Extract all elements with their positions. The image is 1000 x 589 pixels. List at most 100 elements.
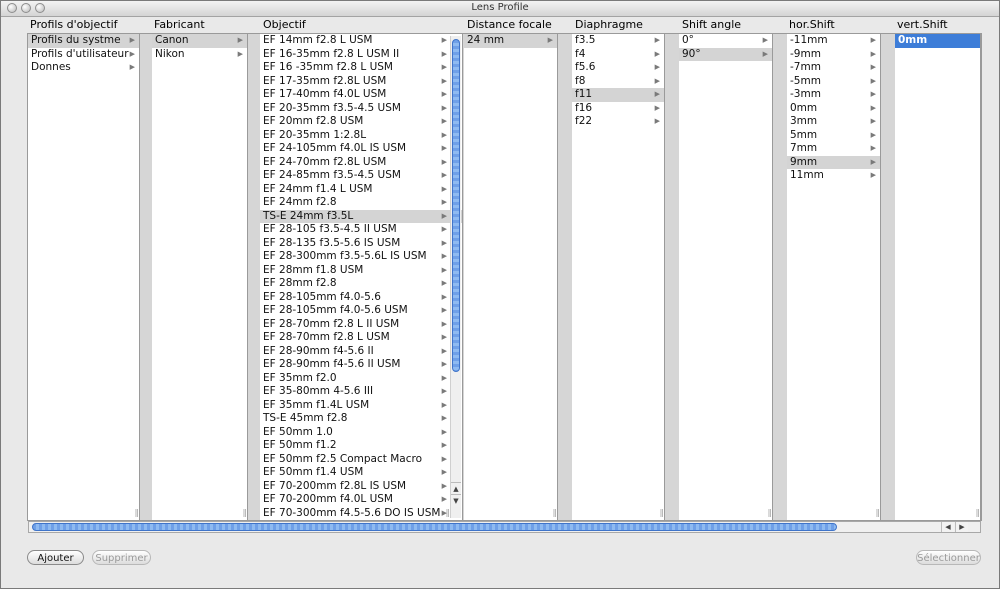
- list-item-label: 9mm: [790, 155, 818, 168]
- list-item[interactable]: -7mm ▶: [787, 61, 880, 75]
- list-item[interactable]: -11mm ▶: [787, 34, 880, 48]
- list-item[interactable]: f11 ▶: [572, 88, 664, 102]
- list-item[interactable]: EF 24mm f2.8 ▶: [260, 196, 462, 210]
- list-item[interactable]: EF 28-90mm f4-5.6 II ▶: [260, 345, 462, 359]
- list-item[interactable]: EF 24-105mm f4.0L IS USM ▶: [260, 142, 462, 156]
- list-item[interactable]: f22 ▶: [572, 115, 664, 129]
- list-item[interactable]: EF 16-35mm f2.8 L USM II ▶: [260, 48, 462, 62]
- list-item[interactable]: -9mm ▶: [787, 48, 880, 62]
- list-item[interactable]: Profils du systme ▶: [28, 34, 139, 48]
- list-item[interactable]: Canon ▶: [152, 34, 247, 48]
- list-item[interactable]: EF 28-105 f3.5-4.5 II USM ▶: [260, 223, 462, 237]
- list-item-label: EF 24-105mm f4.0L IS USM: [263, 142, 407, 154]
- list-item[interactable]: EF 24-70mm f2.8L USM ▶: [260, 156, 462, 170]
- list-item[interactable]: EF 17-35mm f2.8L USM ▶: [260, 75, 462, 89]
- list-item[interactable]: 24 mm ▶: [464, 34, 557, 48]
- list-item[interactable]: EF 20-35mm f3.5-4.5 USM ▶: [260, 102, 462, 116]
- list-item[interactable]: 3mm ▶: [787, 115, 880, 129]
- column-resize-grip[interactable]: ||: [135, 508, 139, 517]
- list-item-label: EF 28-70mm f2.8 L USM: [263, 331, 390, 343]
- list-item[interactable]: f8 ▶: [572, 75, 664, 89]
- column-profils[interactable]: Profils du systme ▶ Profils d'utilisateur ▶…: [28, 34, 140, 520]
- column-fabricant[interactable]: Canon ▶ Nikon ▶ ||: [152, 34, 248, 520]
- list-item[interactable]: EF 28-105mm f4.0-5.6 ▶: [260, 291, 462, 305]
- column-diaphragme[interactable]: f3.5 ▶ f4 ▶ f5.6 ▶ f8 ▶ f11 ▶ f16 ▶ f22 ▶ ||: [572, 34, 665, 520]
- horizontal-scrollbar[interactable]: ◀ ▶: [28, 521, 981, 533]
- scroll-down-arrow[interactable]: ▼: [451, 494, 461, 507]
- list-item[interactable]: EF 50mm f2.5 Compact Macro ▶: [260, 453, 462, 467]
- list-item[interactable]: EF 35-80mm 4-5.6 III ▶: [260, 385, 462, 399]
- list-item[interactable]: EF 20-35mm 1:2.8L ▶: [260, 129, 462, 143]
- list-item[interactable]: EF 28-300mm f3.5-5.6L IS USM ▶: [260, 250, 462, 264]
- list-item[interactable]: Profils d'utilisateur ▶: [28, 48, 139, 62]
- column-resize-grip[interactable]: ||: [553, 508, 557, 517]
- list-item[interactable]: EF 16 -35mm f2.8 L USM ▶: [260, 61, 462, 75]
- column-resize-grip[interactable]: ||: [446, 508, 451, 517]
- list-item[interactable]: -5mm ▶: [787, 75, 880, 89]
- list-item[interactable]: 0mm: [895, 34, 980, 48]
- chevron-right-icon: ▶: [441, 387, 447, 395]
- horizontal-scroll-thumb[interactable]: [32, 523, 837, 531]
- column-vert-shift[interactable]: 0mm ||: [895, 34, 981, 520]
- list-item[interactable]: TS-E 24mm f3.5L ▶: [260, 209, 462, 223]
- column-shift-angle[interactable]: 0° ▶ 90° ▶ ||: [679, 34, 773, 520]
- list-item[interactable]: EF 70-200mm f4.0L USM ▶: [260, 493, 462, 507]
- column-resize-grip[interactable]: ||: [876, 508, 880, 517]
- list-item[interactable]: EF 28-70mm f2.8 L II USM ▶: [260, 318, 462, 332]
- list-item[interactable]: Donnes ▶: [28, 61, 139, 75]
- list-item[interactable]: 90° ▶: [679, 47, 772, 61]
- list-item-label: EF 28-90mm f4-5.6 II: [263, 344, 374, 357]
- list-item[interactable]: Nikon ▶: [152, 48, 247, 62]
- list-item[interactable]: EF 28-90mm f4-5.6 II USM ▶: [260, 358, 462, 372]
- chevron-right-icon: ▶: [441, 211, 447, 220]
- list-item[interactable]: EF 50mm f1.4 USM ▶: [260, 466, 462, 480]
- list-item[interactable]: -3mm ▶: [787, 88, 880, 102]
- list-item[interactable]: EF 28-135 f3.5-5.6 IS USM ▶: [260, 237, 462, 251]
- list-item[interactable]: f3.5 ▶: [572, 34, 664, 48]
- chevron-right-icon: ▶: [441, 144, 447, 152]
- list-item[interactable]: f16 ▶: [572, 102, 664, 116]
- list-item[interactable]: EF 35mm f2.0 ▶: [260, 372, 462, 386]
- list-item[interactable]: 0° ▶: [679, 34, 772, 48]
- list-item[interactable]: 0mm ▶: [787, 102, 880, 116]
- list-item[interactable]: 9mm ▶: [787, 155, 880, 169]
- list-item[interactable]: EF 28-70mm f2.8 L USM ▶: [260, 331, 462, 345]
- list-item[interactable]: EF 70-300mm f4.5-5.6 DO IS USM ▶: [260, 507, 462, 521]
- chevron-right-icon: ▶: [129, 36, 135, 44]
- chevron-right-icon: ▶: [870, 49, 876, 58]
- objectif-scroll-thumb[interactable]: [452, 39, 460, 372]
- list-item[interactable]: EF 28-105mm f4.0-5.6 USM ▶: [260, 304, 462, 318]
- list-item[interactable]: TS-E 45mm f2.8 ▶: [260, 412, 462, 426]
- list-item[interactable]: EF 24mm f1.4 L USM ▶: [260, 183, 462, 197]
- chevron-right-icon: ▶: [654, 76, 660, 85]
- list-item[interactable]: EF 14mm f2.8 L USM ▶: [260, 34, 462, 48]
- select-button[interactable]: Sélectionner: [916, 550, 981, 565]
- scroll-right-arrow[interactable]: ▶: [955, 522, 968, 532]
- column-resize-grip[interactable]: ||: [768, 508, 772, 517]
- list-item[interactable]: EF 28mm f2.8 ▶: [260, 277, 462, 291]
- list-item[interactable]: EF 70-200mm f2.8L IS USM ▶: [260, 480, 462, 494]
- list-item[interactable]: EF 28mm f1.8 USM ▶: [260, 264, 462, 278]
- list-item[interactable]: EF 17-40mm f4.0L USM ▶: [260, 88, 462, 102]
- column-resize-grip[interactable]: ||: [976, 508, 980, 517]
- list-item[interactable]: EF 50mm f1.2 ▶: [260, 439, 462, 453]
- list-item[interactable]: 7mm ▶: [787, 142, 880, 156]
- column-distance-focale[interactable]: 24 mm ▶ ||: [464, 34, 558, 520]
- list-item[interactable]: f5.6 ▶: [572, 61, 664, 75]
- list-item[interactable]: f4 ▶: [572, 48, 664, 62]
- objectif-vertical-scrollbar[interactable]: ▲ ▼: [450, 36, 461, 518]
- list-item[interactable]: 5mm ▶: [787, 129, 880, 143]
- list-item[interactable]: EF 35mm f1.4L USM ▶: [260, 399, 462, 413]
- column-objectif[interactable]: EF 14mm f2.8 L USM ▶ EF 16-35mm f2.8 L USM…: [260, 34, 463, 520]
- list-item[interactable]: EF 20mm f2.8 USM ▶: [260, 115, 462, 129]
- scroll-left-arrow[interactable]: ◀: [941, 522, 954, 532]
- list-item-label: EF 16-35mm f2.8 L USM II: [263, 47, 400, 60]
- column-resize-grip[interactable]: ||: [243, 508, 247, 517]
- list-item[interactable]: EF 24-85mm f3.5-4.5 USM ▶: [260, 169, 462, 183]
- add-button[interactable]: Ajouter: [27, 550, 84, 565]
- remove-button[interactable]: Supprimer: [92, 550, 151, 565]
- list-item[interactable]: 11mm ▶: [787, 169, 880, 183]
- column-resize-grip[interactable]: ||: [660, 508, 664, 517]
- column-hor-shift[interactable]: -11mm ▶ -9mm ▶ -7mm ▶ -5mm ▶ -3mm ▶ 0mm ▶ 3mm ▶ 5mm ▶ 7m…: [787, 34, 881, 520]
- list-item[interactable]: EF 50mm 1.0 ▶: [260, 426, 462, 440]
